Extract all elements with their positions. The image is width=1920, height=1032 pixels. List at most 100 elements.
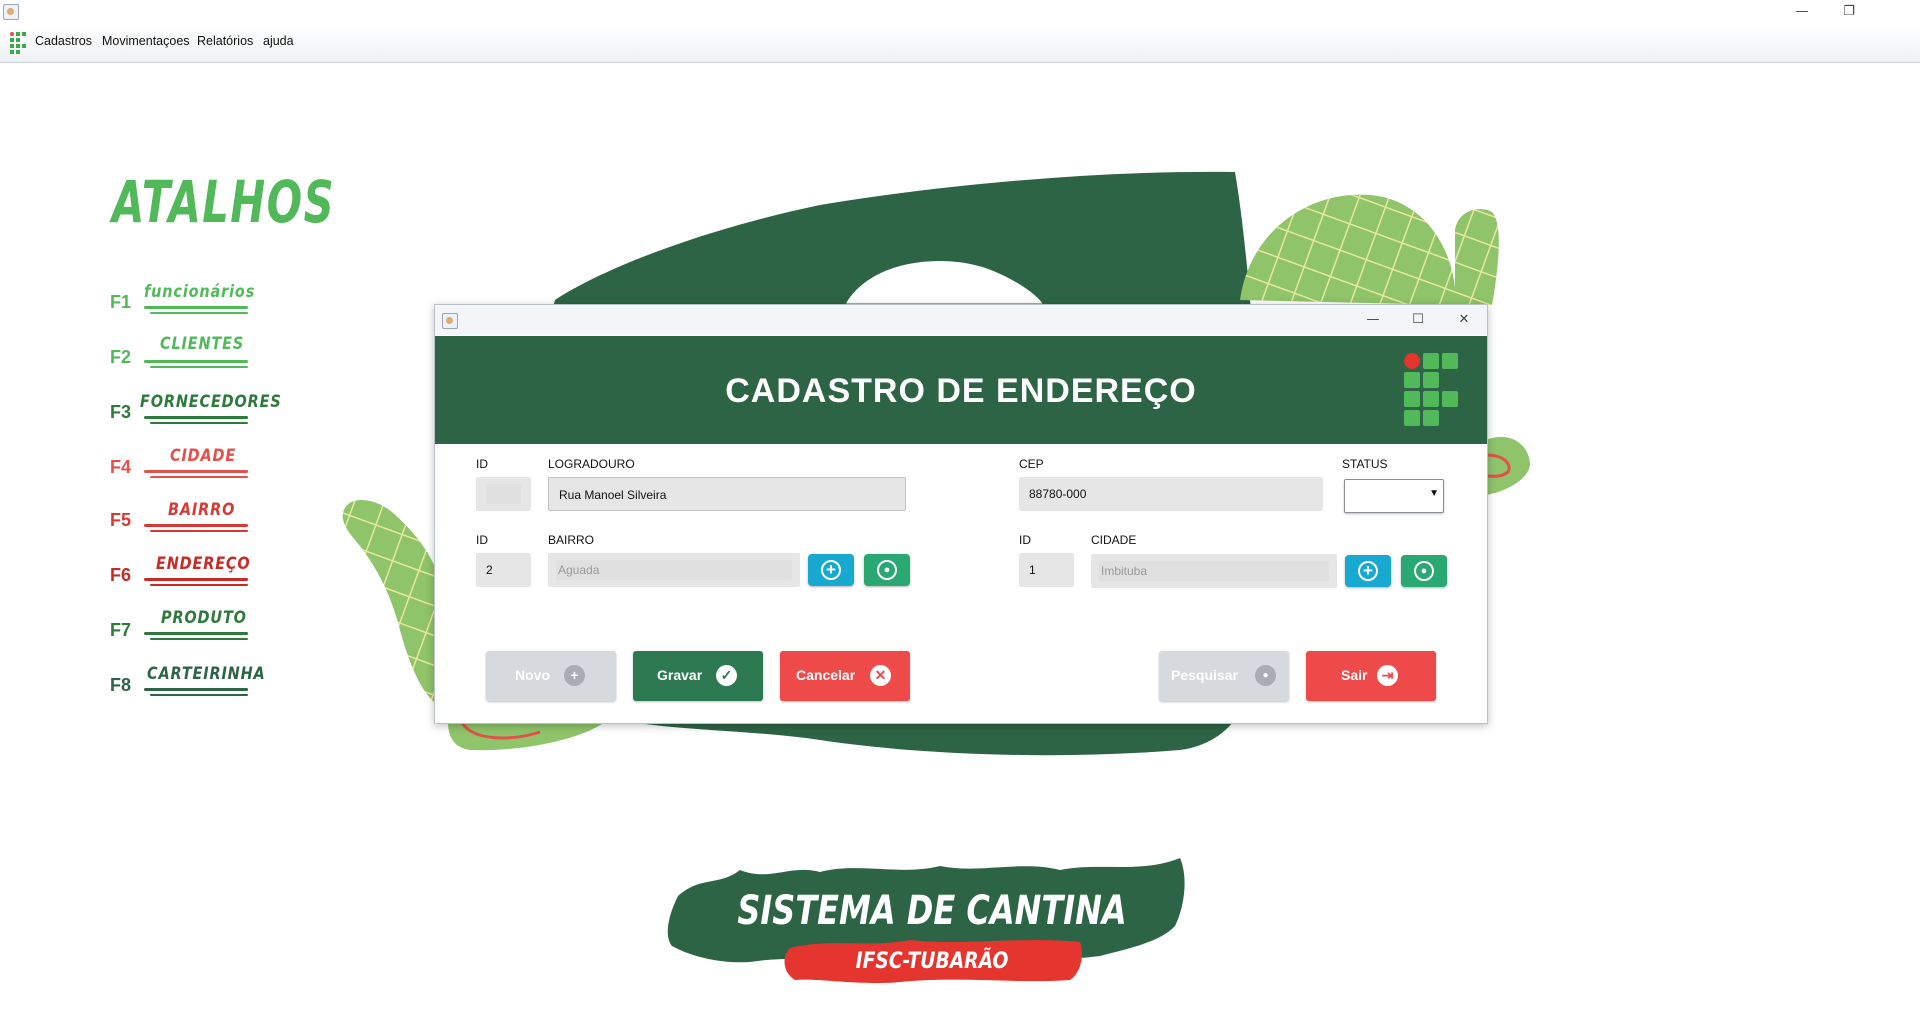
- search-bairro-button[interactable]: ●: [864, 554, 910, 586]
- menu-relatorios[interactable]: Relatórios: [197, 34, 253, 48]
- sair-button[interactable]: Sair ⇥: [1306, 651, 1436, 701]
- id-label: ID: [476, 457, 488, 471]
- cidade-value: Imbituba: [1099, 561, 1329, 581]
- dialog-minimize-button[interactable]: —: [1362, 312, 1384, 328]
- shortcut-key-f1: F1: [110, 292, 132, 312]
- cidade-id-field[interactable]: 1: [1019, 553, 1074, 587]
- shortcut-label-clientes[interactable]: CLIENTES: [160, 334, 244, 354]
- shortcut-underline: [150, 422, 248, 424]
- shortcut-key-f7: F7: [110, 620, 132, 640]
- shortcut-label-funcionarios[interactable]: funcionários: [144, 282, 255, 302]
- java-app-icon: [442, 313, 458, 329]
- shortcut-key-f5: F5: [110, 510, 132, 530]
- shortcut-key-f4: F4: [110, 457, 132, 477]
- bairro-label: BAIRRO: [548, 533, 595, 547]
- dialog-titlebar: — ☐ ✕: [435, 305, 1487, 335]
- shortcut-label-bairro[interactable]: BAIRRO: [168, 500, 235, 520]
- close-icon: ✕: [870, 665, 891, 686]
- shortcut-label-cidade[interactable]: CIDADE: [170, 446, 236, 466]
- search-cidade-button[interactable]: ●: [1401, 555, 1447, 587]
- cep-field[interactable]: 88780-000: [1019, 477, 1323, 511]
- cep-label: CEP: [1019, 457, 1044, 471]
- ifsc-logo-icon: [10, 32, 26, 54]
- gravar-label: Gravar: [657, 667, 703, 683]
- window-titlebar: — ❐: [0, 0, 1920, 24]
- dialog-maximize-button[interactable]: ☐: [1407, 312, 1429, 328]
- check-icon: ✓: [716, 665, 737, 686]
- shortcut-underline: [144, 524, 248, 527]
- menu-ajuda[interactable]: ajuda: [263, 34, 294, 48]
- search-icon: ●: [1255, 665, 1276, 686]
- shortcut-label-endereco[interactable]: ENDEREÇO: [156, 554, 251, 574]
- shortcut-underline: [150, 312, 248, 314]
- plus-icon: +: [564, 665, 585, 686]
- exit-icon: ⇥: [1377, 665, 1398, 686]
- shortcut-underline: [144, 688, 248, 691]
- shortcut-underline: [150, 638, 248, 640]
- footer-line1: SISTEMA DE CANTINA: [737, 886, 1126, 933]
- sistema-cantina-logo: SISTEMA DE CANTINA IFSC-TUBARÃO: [667, 858, 1185, 984]
- shortcut-underline: [150, 366, 248, 368]
- shortcut-underline: [144, 632, 248, 635]
- search-icon: ●: [1414, 561, 1434, 581]
- bairro-id-label: ID: [476, 533, 488, 547]
- logradouro-label: LOGRADOURO: [548, 457, 635, 471]
- dialog-title: CADASTRO DE ENDEREÇO: [725, 372, 1197, 410]
- cidade-label: CIDADE: [1091, 533, 1137, 547]
- shortcut-label-produto[interactable]: PRODUTO: [161, 608, 247, 628]
- window-minimize-button[interactable]: —: [1791, 4, 1813, 20]
- shortcut-underline: [144, 578, 248, 581]
- shortcut-key-f3: F3: [110, 402, 132, 422]
- footer-line2: IFSC-TUBARÃO: [856, 946, 1009, 973]
- shortcut-underline: [150, 584, 248, 586]
- cancelar-label: Cancelar: [796, 667, 856, 683]
- endereco-id-field[interactable]: [476, 477, 531, 511]
- dialog-close-button[interactable]: ✕: [1453, 312, 1475, 328]
- window-restore-button[interactable]: ❐: [1838, 4, 1860, 20]
- sair-label: Sair: [1341, 667, 1368, 683]
- shortcut-key-f8: F8: [110, 675, 132, 695]
- shortcut-label-carteirinha[interactable]: CARTEIRINHA: [147, 664, 266, 684]
- pesquisar-label: Pesquisar: [1171, 667, 1238, 683]
- status-select[interactable]: ▼: [1344, 479, 1444, 513]
- gravar-button[interactable]: Gravar ✓: [633, 651, 763, 701]
- shortcut-underline: [150, 530, 248, 532]
- endereco-id-value: [486, 484, 521, 504]
- status-label: STATUS: [1342, 457, 1388, 471]
- shortcuts-title: ATALHOS: [112, 168, 336, 236]
- plus-icon: +: [1358, 561, 1378, 581]
- cancelar-button[interactable]: Cancelar ✕: [780, 651, 910, 701]
- shortcut-underline: [150, 476, 248, 478]
- search-icon: ●: [877, 560, 897, 580]
- window-close-button[interactable]: [1887, 4, 1909, 20]
- cidade-field: Imbituba: [1091, 554, 1337, 588]
- java-app-icon: [3, 4, 19, 20]
- cadastro-endereco-dialog: — ☐ ✕ CADASTRO DE ENDEREÇO ID LOGRADOURO…: [434, 304, 1488, 724]
- novo-button[interactable]: Novo +: [486, 651, 616, 701]
- chevron-down-icon: ▼: [1429, 488, 1439, 499]
- add-bairro-button[interactable]: +: [808, 554, 854, 586]
- shortcut-underline: [150, 694, 248, 696]
- menu-bar: Cadastros Movimentaçoes Relatórios ajuda: [0, 26, 1920, 63]
- logradouro-field[interactable]: Rua Manoel Silveira: [548, 477, 906, 511]
- shortcut-underline: [144, 306, 248, 309]
- shortcut-underline: [144, 470, 248, 473]
- novo-label: Novo: [515, 667, 550, 683]
- cactus-right: [1240, 194, 1456, 310]
- cidade-id-label: ID: [1019, 533, 1031, 547]
- shortcut-underline: [144, 360, 248, 363]
- plus-icon: +: [821, 560, 841, 580]
- shortcut-key-f6: F6: [110, 565, 132, 585]
- shortcut-label-fornecedores[interactable]: FORNECEDORES: [140, 392, 282, 412]
- add-cidade-button[interactable]: +: [1345, 555, 1391, 587]
- shortcut-underline: [144, 416, 248, 419]
- cactus-left: [342, 500, 434, 702]
- bairro-id-field[interactable]: 2: [476, 553, 531, 587]
- dialog-header: CADASTRO DE ENDEREÇO: [435, 336, 1487, 444]
- menu-movimentacoes[interactable]: Movimentaçoes: [102, 34, 190, 48]
- pesquisar-button[interactable]: Pesquisar ●: [1159, 651, 1289, 701]
- bairro-value: Aguada: [556, 560, 792, 580]
- bairro-field: Aguada: [548, 553, 800, 587]
- shortcut-key-f2: F2: [110, 347, 132, 367]
- menu-cadastros[interactable]: Cadastros: [35, 34, 92, 48]
